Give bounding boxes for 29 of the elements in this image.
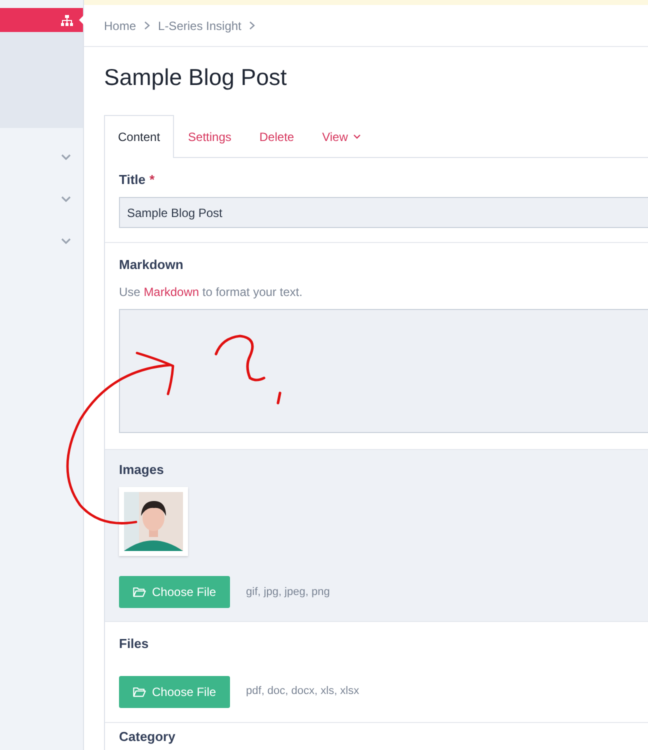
tab[interactable]: Delete: [245, 114, 308, 158]
page-title: Sample Blog Post: [104, 64, 288, 92]
field-label: Markdown: [119, 256, 184, 274]
tab[interactable]: Settings: [174, 114, 246, 158]
field-label: Title: [119, 170, 146, 189]
sidebar-item[interactable]: [0, 8, 83, 32]
required-marker: *: [150, 170, 155, 189]
field-label: Images: [119, 460, 165, 479]
folder-icon: [133, 686, 146, 697]
image-thumbnail[interactable]: [119, 487, 188, 556]
choose-file-button[interactable]: Choose File: [119, 676, 230, 708]
markdown-link[interactable]: Markdown: [144, 284, 200, 299]
folder-icon: [133, 587, 146, 598]
sitemap-icon: [61, 14, 73, 26]
file-types-text: pdf, doc, docx, xls, xlsx: [246, 684, 360, 700]
field-label: Category: [119, 728, 176, 746]
field-label: Files: [119, 635, 150, 654]
breadcrumb-link[interactable]: L-Series Insight: [158, 16, 242, 34]
tab[interactable]: Content: [104, 114, 174, 158]
choose-file-button[interactable]: Choose File: [119, 576, 230, 608]
input-field[interactable]: Sample Blog Post: [119, 197, 648, 228]
tab[interactable]: View: [308, 114, 375, 158]
help-text: Use Markdown to format your text.: [119, 284, 304, 301]
file-types-text: gif, jpg, jpeg, png: [246, 584, 330, 600]
chevron-icon: [249, 21, 256, 30]
breadcrumb-link[interactable]: Home: [104, 16, 136, 34]
question-mark-drawing: [214, 334, 282, 404]
chevron-icon: [144, 21, 150, 30]
markdown-field[interactable]: [119, 308, 648, 433]
